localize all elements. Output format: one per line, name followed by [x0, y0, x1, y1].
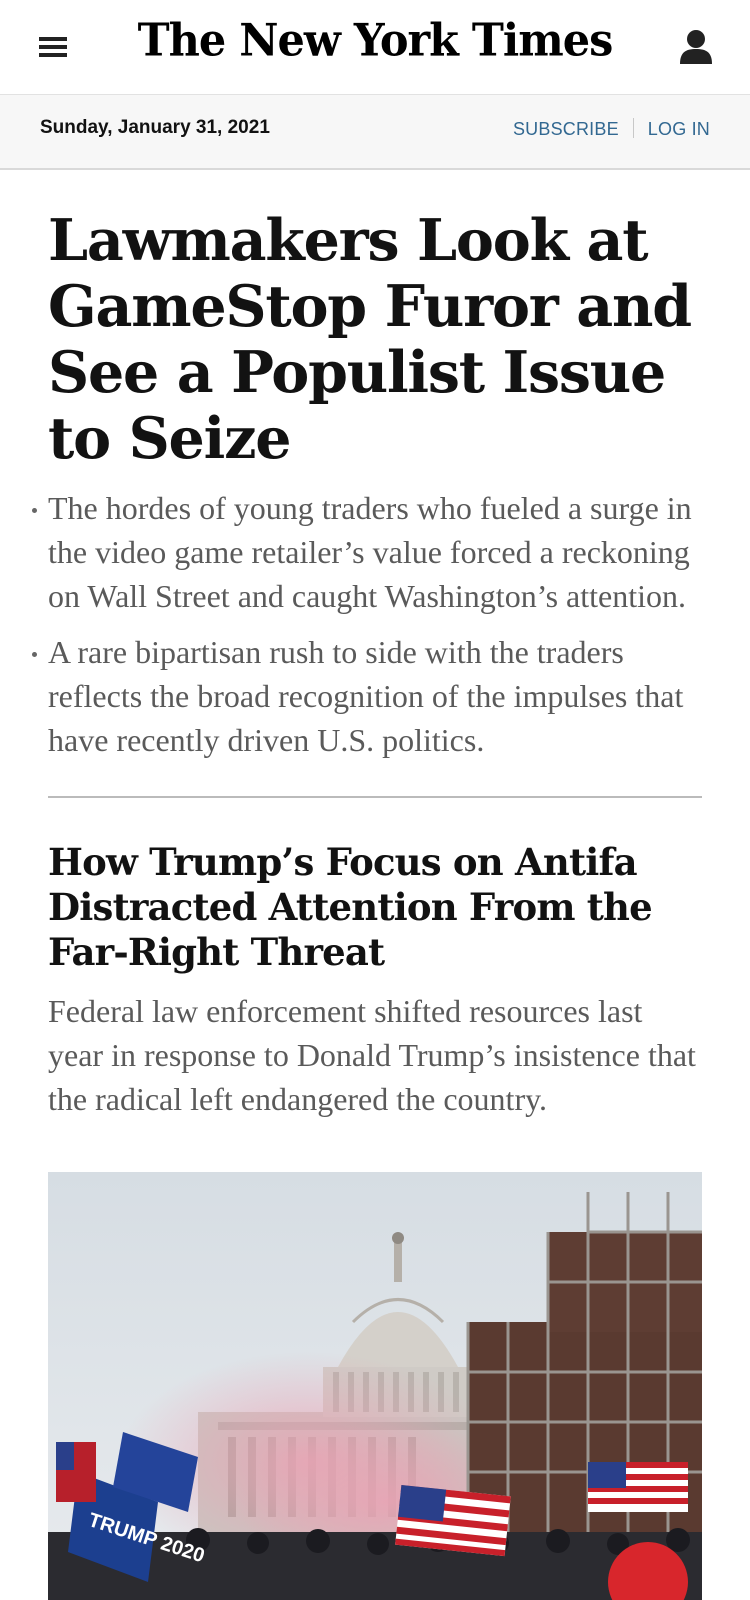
second-headline[interactable]: How Trump’s Focus on Antifa Distracted A… — [48, 840, 702, 975]
lead-summary-item[interactable]: A rare bipartisan rush to side with the … — [32, 630, 702, 762]
second-summary[interactable]: Federal law enforcement shifted resource… — [48, 989, 702, 1121]
main-content: Lawmakers Look at GameStop Furor and See… — [32, 208, 702, 1121]
lead-summary-list: The hordes of young traders who fueled a… — [32, 486, 702, 762]
capitol-scene-image: TRUMP 2020 — [48, 1172, 702, 1600]
date-bar: Sunday, January 31, 2021 SUBSCRIBE LOG IN — [0, 95, 750, 170]
auth-divider — [632, 118, 634, 138]
current-date: Sunday, January 31, 2021 — [40, 117, 270, 138]
nyt-logo[interactable]: The New York Times — [0, 15, 750, 68]
top-navigation-bar: The New York Times — [0, 0, 750, 95]
capitol-riot-photo[interactable]: TRUMP 2020 — [48, 1172, 702, 1600]
story-divider — [48, 796, 702, 798]
user-account-icon[interactable] — [678, 28, 714, 66]
lead-headline[interactable]: Lawmakers Look at GameStop Furor and See… — [48, 208, 702, 472]
lead-summary-item[interactable]: The hordes of young traders who fueled a… — [32, 486, 702, 618]
auth-links: SUBSCRIBE LOG IN — [513, 118, 710, 140]
subscribe-link[interactable]: SUBSCRIBE — [513, 119, 619, 139]
login-link[interactable]: LOG IN — [648, 119, 710, 139]
